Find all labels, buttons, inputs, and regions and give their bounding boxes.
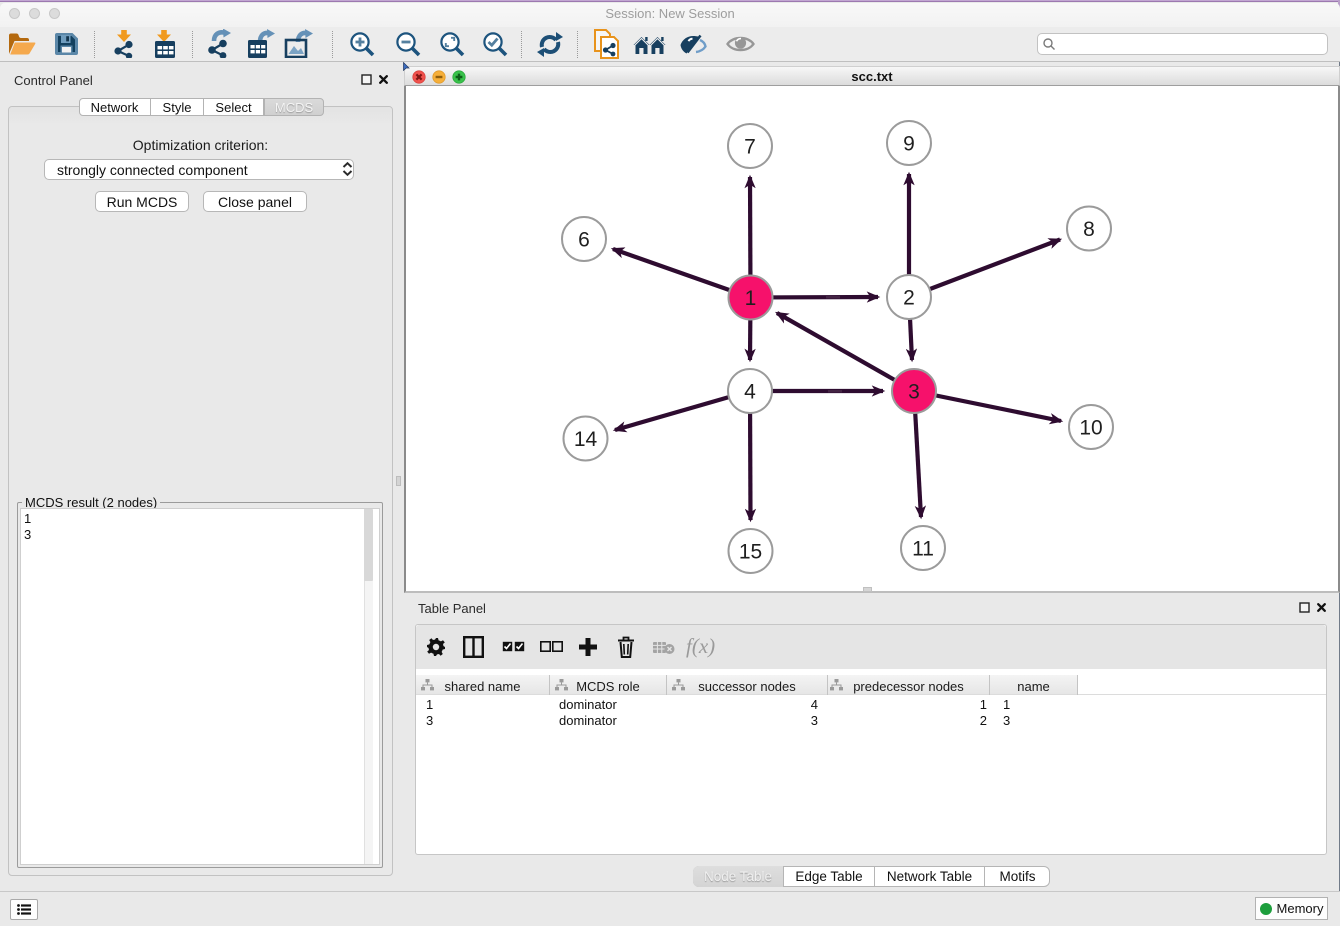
svg-text:6: 6 bbox=[578, 229, 590, 252]
svg-text:8: 8 bbox=[1083, 218, 1095, 241]
svg-text:15: 15 bbox=[739, 541, 762, 564]
svg-text:9: 9 bbox=[903, 133, 915, 156]
svg-text:2: 2 bbox=[903, 287, 915, 310]
svg-text:10: 10 bbox=[1079, 417, 1102, 440]
svg-text:11: 11 bbox=[912, 538, 934, 561]
svg-text:3: 3 bbox=[908, 381, 920, 404]
svg-text:7: 7 bbox=[744, 136, 756, 159]
svg-text:4: 4 bbox=[744, 381, 756, 404]
svg-text:1: 1 bbox=[745, 287, 757, 310]
svg-text:14: 14 bbox=[574, 428, 598, 451]
